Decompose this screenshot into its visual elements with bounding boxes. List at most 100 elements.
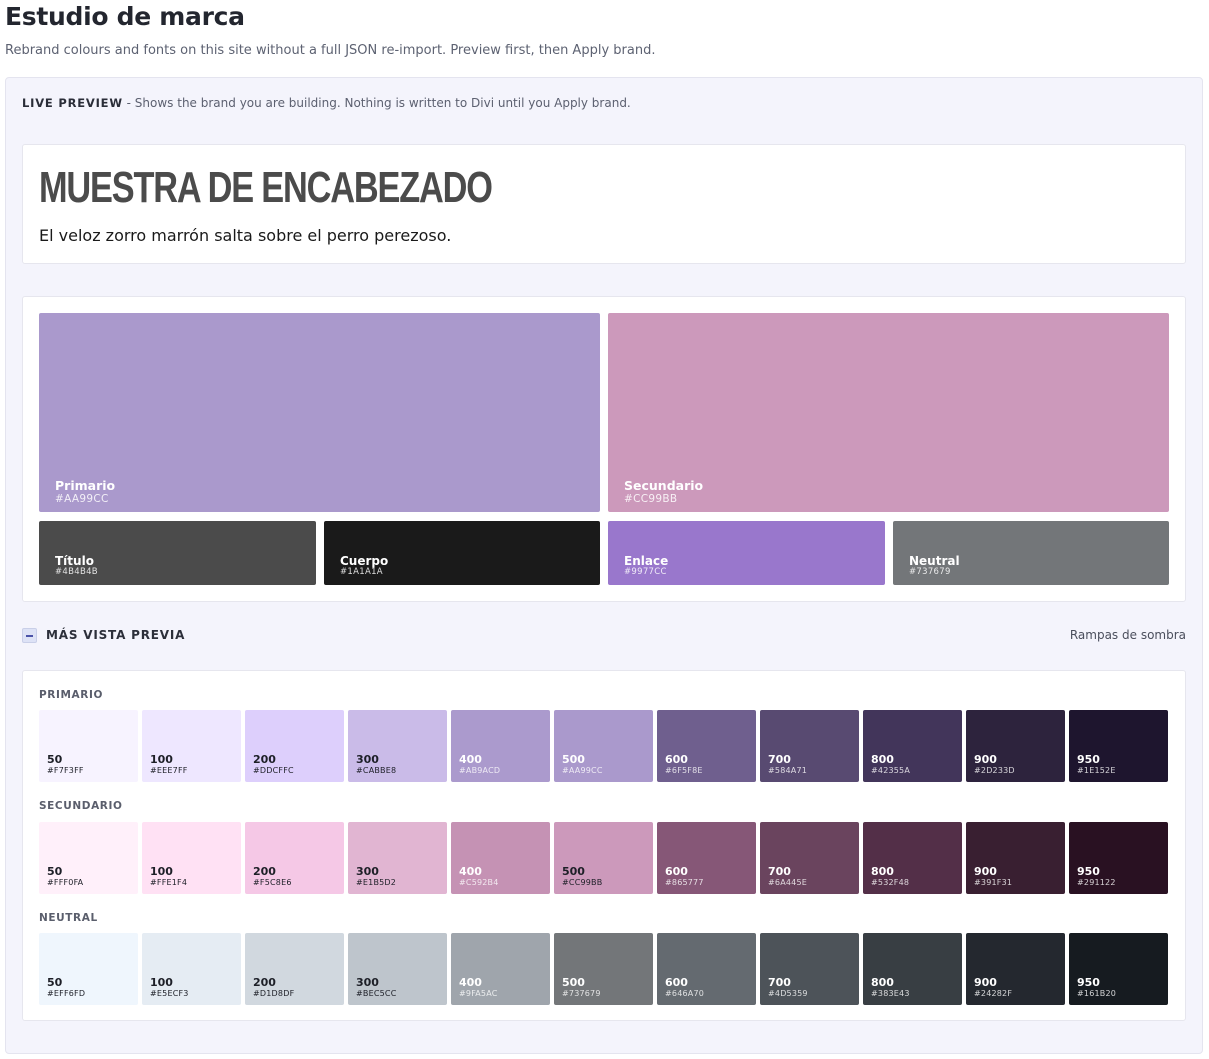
shade-hex-label: #BEC5CC [356,989,397,998]
shade-tile: 800 #532F48 [863,822,962,894]
shade-hex-label: #CABBE8 [356,766,397,775]
swatch-heading-hex: #4B4B4B [55,567,98,577]
shade-step-label: 600 [665,865,688,878]
shade-step-label: 50 [47,753,63,766]
shade-step-label: 950 [1077,976,1100,989]
swatch-secondary-name: Secundario [624,478,704,493]
shade-step-label: 500 [562,753,585,766]
shade-step-label: 600 [665,976,688,989]
brand-studio-panel: LIVE PREVIEW - Shows the brand you are b… [5,77,1203,1054]
sample-heading: MUESTRA DE ENCABEZADO [39,163,493,212]
shade-step-label: 300 [356,865,379,878]
shade-hex-label: #FFF0FA [47,878,84,887]
shade-step-label: 100 [150,753,173,766]
page-subtitle: Rebrand colours and fonts on this site w… [5,43,656,58]
shade-tile: 400 #C592B4 [451,822,550,894]
live-preview-line: LIVE PREVIEW - Shows the brand you are b… [22,96,631,110]
shade-hex-label: #383E43 [871,989,910,998]
shade-hex-label: #24282F [974,989,1013,998]
shade-hex-label: #584A71 [768,766,808,775]
shade-tile: 800 #383E43 [863,933,962,1005]
ramp-label-primary: PRIMARIO [39,689,103,701]
shade-tile: 800 #42355A [863,710,962,782]
shade-step-label: 200 [253,753,276,766]
shade-step-label: 500 [562,976,585,989]
shade-tile: 700 #6A445E [760,822,859,894]
shade-step-label: 700 [768,753,791,766]
shade-hex-label: #6F5F8E [665,766,703,775]
shade-hex-label: #DDCFFC [253,766,294,775]
shade-step-label: 900 [974,753,997,766]
shade-step-label: 300 [356,976,379,989]
shade-step-label: 50 [47,976,63,989]
shade-tile: 400 #9FA5AC [451,933,550,1005]
shade-step-label: 900 [974,976,997,989]
typography-sample-card: MUESTRA DE ENCABEZADO El veloz zorro mar… [22,144,1186,264]
sample-body-text: El veloz zorro marrón salta sobre el per… [39,226,452,245]
shade-tile: 300 #BEC5CC [348,933,447,1005]
shade-step-label: 800 [871,976,894,989]
swatch-neutral-name: Neutral [909,554,960,568]
shade-step-label: 400 [459,753,482,766]
shade-step-label: 950 [1077,753,1100,766]
shade-step-label: 100 [150,865,173,878]
shade-hex-label: #646A70 [665,989,705,998]
shade-tile: 50 #EFF6FD [39,933,138,1005]
shade-hex-label: #C592B4 [459,878,499,887]
shade-tile: 950 #291122 [1069,822,1168,894]
shade-ramps-card: PRIMARIO 50 #F7F3FF 100 #EEE7FF 200 #DDCFFC 30… [22,670,1186,1021]
more-preview-toggle[interactable]: MÁS VISTA PREVIA [46,628,185,642]
shade-tile: 100 #E5ECF3 [142,933,241,1005]
shade-hex-label: #E1B5D2 [356,878,397,887]
shade-hex-label: #865777 [665,878,704,887]
shade-hex-label: #291122 [1077,878,1116,887]
shade-hex-label: #1E152E [1077,766,1116,775]
shade-hex-label: #2D233D [974,766,1015,775]
shade-tile: 600 #6F5F8E [657,710,756,782]
shade-hex-label: #E5ECF3 [150,989,189,998]
swatch-neutral: Neutral #737679 [893,521,1169,585]
swatch-secondary: Secundario #CC99BB [608,313,1169,512]
shade-hex-label: #737679 [562,989,601,998]
shade-hex-label: #F7F3FF [47,766,84,775]
swatch-neutral-hex: #737679 [909,567,951,577]
shade-tile: 700 #4D5359 [760,933,859,1005]
live-preview-label: LIVE PREVIEW [22,96,123,110]
shade-tile: 500 #CC99BB [554,822,653,894]
shade-step-label: 500 [562,865,585,878]
shade-tile: 50 #F7F3FF [39,710,138,782]
shade-step-label: 800 [871,753,894,766]
ramp-row-primary: 50 #F7F3FF 100 #EEE7FF 200 #DDCFFC 300 #CABBE8 4… [39,710,1170,782]
swatch-link-name: Enlace [624,554,669,568]
live-preview-separator: - [122,96,135,110]
shade-tile: 900 #391F31 [966,822,1065,894]
shade-hex-label: #AA99CC [562,766,603,775]
shade-hex-label: #4D5359 [768,989,808,998]
shade-step-label: 700 [768,976,791,989]
minus-icon[interactable] [22,628,37,643]
ramp-label-neutral: NEUTRAL [39,912,98,924]
shade-step-label: 50 [47,865,63,878]
shade-hex-label: #42355A [871,766,911,775]
shade-step-label: 400 [459,976,482,989]
swatch-secondary-hex: #CC99BB [624,493,678,505]
shade-tile: 600 #646A70 [657,933,756,1005]
shade-hex-label: #D1D8DF [253,989,295,998]
shade-tile: 500 #737679 [554,933,653,1005]
shade-tile: 400 #AB9ACD [451,710,550,782]
shade-ramps-label: Rampas de sombra [1069,628,1186,642]
shade-step-label: 300 [356,753,379,766]
shade-step-label: 900 [974,865,997,878]
shade-hex-label: #532F48 [871,878,910,887]
shade-hex-label: #EFF6FD [47,989,86,998]
shade-step-label: 400 [459,865,482,878]
shade-tile: 100 #FFE1F4 [142,822,241,894]
shade-tile: 200 #F5C8E6 [245,822,344,894]
shade-tile: 200 #D1D8DF [245,933,344,1005]
swatch-heading-name: Título [55,554,94,568]
shade-hex-label: #391F31 [974,878,1013,887]
shade-step-label: 800 [871,865,894,878]
swatch-heading: Título #4B4B4B [39,521,316,585]
shade-tile: 950 #1E152E [1069,710,1168,782]
ramp-row-secondary: 50 #FFF0FA 100 #FFE1F4 200 #F5C8E6 300 #E1B5D2 4… [39,822,1170,894]
